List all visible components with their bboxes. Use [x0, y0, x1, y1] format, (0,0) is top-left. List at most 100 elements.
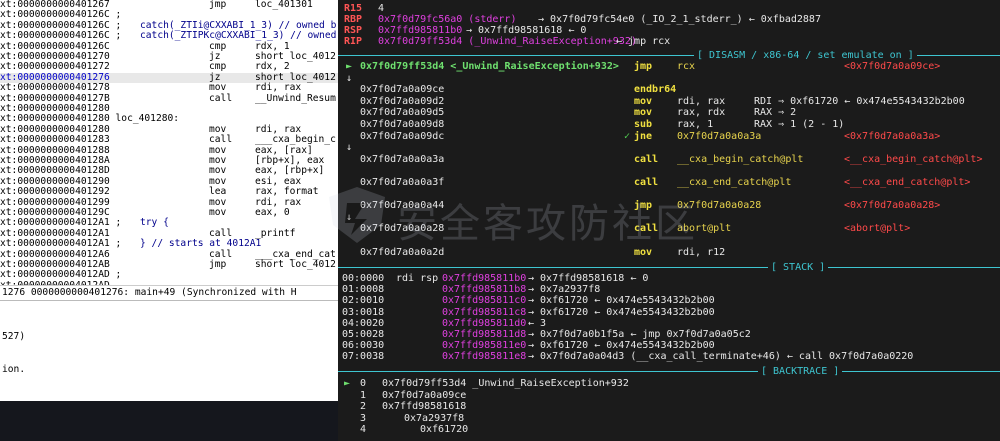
ida-operands: _printf — [255, 227, 296, 239]
stack-address: 0x7ffd985811d8 — [442, 329, 527, 340]
section-header: [ DISASM / x86-64 / set emulate on ] — [338, 50, 1000, 61]
ida-operands: rdx, 2 — [255, 61, 290, 73]
ida-address: xt:00000000004012A1 — [0, 227, 110, 239]
stack-deref: → 0x7f0d7a0a04d3 (__cxa_call_terminate+4… — [528, 351, 914, 363]
ida-operands: ___cxa_begin_c — [255, 134, 336, 146]
ida-comment: } // starts at 4012A1 — [140, 238, 262, 250]
watermark: 安全客攻防社区 — [325, 185, 705, 247]
ida-status-text: 1276 0000000000401276: main+49 (Synchron… — [2, 287, 297, 298]
disasm-operands: rax, rdx — [677, 107, 726, 119]
disasm-annotation: <__cxa_begin_catch@plt> — [844, 153, 983, 165]
stack-deref: ← 3 — [528, 317, 547, 329]
register-value: 4 — [378, 3, 385, 14]
register-value: 0x7ffd985811b0 — [378, 25, 463, 36]
watermark-text: 安全客攻防社区 — [397, 201, 698, 247]
register-value: 0x7f0d79ff53d4 (_Unwind_RaiseException+9… — [378, 36, 637, 47]
ida-operands: catch(_ZTIPKc@CXXABI_1_3) // owned — [140, 30, 337, 42]
ida-address: xt:0000000000401280 — [0, 123, 110, 135]
backtrace-index: 0 — [360, 378, 367, 389]
ida-status-bar: 1276 0000000000401276: main+49 (Synchron… — [0, 285, 338, 300]
disasm-operands: rdi, rax — [677, 95, 726, 107]
stack-deref: → 0xf61720 ← 0x474e5543432b2b00 — [528, 306, 715, 318]
disasm-mnemonic: jmp — [634, 61, 653, 72]
ida-mnemonic: call — [209, 134, 233, 146]
stack-register: rdi rsp — [396, 273, 439, 284]
disasm-operands: 0x7f0d7a0a0a3a — [677, 130, 762, 142]
backtrace-value: 0x7f0d79ff53d4 _Unwind_RaiseException+93… — [382, 378, 629, 389]
ida-mnemonic: mov — [209, 82, 227, 94]
ida-mnemonic: call — [209, 92, 233, 104]
ida-address: xt:000000000040126C ; — [0, 19, 122, 31]
ida-mnemonic: mov — [209, 207, 227, 218]
ida-address: xt:0000000000401280 — [0, 103, 110, 114]
disasm-marker: ↓ — [346, 72, 353, 84]
disasm-mnemonic: sub — [634, 119, 653, 130]
ida-address: xt:0000000000401283 — [0, 134, 110, 146]
stack-deref: → 0x7a2937f8 — [528, 284, 601, 296]
register-deref: ← jmp rcx — [616, 36, 671, 47]
disasm-annotation: RAX ⇒ 2 — [754, 107, 797, 119]
ida-address: xt:0000000000401276 — [0, 71, 110, 83]
stack-address: 0x7ffd985811c0 — [442, 295, 527, 307]
disasm-annotation: <0x7f0d7a0a0a28> — [844, 200, 941, 212]
backtrace-index: 2 — [360, 401, 367, 412]
disasm-mnemonic: call — [634, 153, 659, 165]
desktop-background — [0, 401, 338, 441]
ida-output-window[interactable]: 527) ion. — [0, 300, 338, 402]
register-deref: → 0x7ffd98581618 ← 0 — [466, 25, 587, 36]
ida-mnemonic: cmp — [209, 61, 227, 73]
ida-address: xt:0000000000401290 — [0, 175, 110, 187]
disasm-annotation: <0x7f0d7a0a09ce> — [844, 61, 941, 72]
ida-address: xt:00000000004012A1 ; — [0, 238, 122, 250]
disasm-operands: rcx — [677, 61, 696, 72]
disasm-operands: __cxa_begin_catch@plt — [677, 153, 804, 165]
backtrace-marker: ► — [344, 378, 351, 389]
register-deref: → 0x7f0d79fc54e0 (_IO_2_1_stderr_) ← 0xf… — [538, 14, 821, 25]
stack-address: 0x7ffd985811b0 — [442, 273, 527, 284]
disasm-mnemonic: mov — [634, 95, 653, 107]
disasm-marker: ✓ — [624, 130, 631, 142]
backtrace-value: 0x7f0d7a0a09ce — [382, 389, 467, 401]
ida-address: xt:00000000004012A1 ; — [0, 217, 122, 229]
disasm-operands: rax, 1 — [677, 119, 714, 130]
shield-logo-icon — [329, 187, 385, 243]
backtrace-value: 0x7a2937f8 — [404, 412, 465, 424]
ida-operands: eax, 0 — [255, 207, 290, 218]
ida-address: xt:000000000040128D — [0, 165, 110, 177]
ida-address: xt:0000000000401270 — [0, 51, 110, 62]
backtrace-index: 4 — [360, 424, 367, 435]
backtrace-index: 1 — [360, 389, 367, 401]
ida-address: xt:00000000004012AD ; — [0, 269, 122, 281]
stack-deref: → 0xf61720 ← 0x474e5543432b2b00 — [528, 295, 715, 307]
stack-deref: → 0xf61720 ← 0x474e5543432b2b00 — [528, 340, 715, 352]
section-title: [ DISASM / x86-64 / set emulate on ] — [694, 50, 917, 61]
register-name: RIP — [344, 36, 363, 47]
register-name: RSP — [344, 25, 363, 36]
ida-address: xt:0000000000401278 — [0, 82, 110, 94]
backtrace-value: 0xf61720 — [420, 424, 469, 435]
disasm-mnemonic: jne — [634, 130, 653, 142]
section-rule — [338, 371, 1000, 372]
disasm-marker: ► — [346, 61, 353, 72]
ida-address: xt:0000000000401299 — [0, 196, 110, 208]
stack-offset: 07:0038 — [342, 351, 385, 363]
stack-offset: 06:0030 — [342, 340, 385, 352]
section-rule — [338, 267, 1000, 268]
ida-address: xt:0000000000401288 — [0, 144, 110, 156]
register-name: RBP — [344, 14, 363, 25]
disasm-mnemonic: endbr64 — [634, 84, 677, 96]
ida-operands: eax, [rbp+x] — [255, 165, 325, 177]
backtrace-value: 0x7ffd98581618 — [382, 401, 467, 412]
ida-address: xt:000000000040126C — [0, 40, 110, 52]
ida-address: xt:00000000004012AB — [0, 259, 110, 270]
ida-address: xt:00000000004012A6 — [0, 248, 110, 260]
ida-disassembly-view[interactable]: xt:0000000000401267 jmp loc_401301 xt:00000… — [0, 0, 338, 300]
ida-comment: try { — [140, 217, 169, 229]
ida-address: xt:0000000000401280 loc_401280: — [0, 113, 180, 125]
register-value: 0x7f0d79fc56a0 (stderr) — [378, 14, 517, 25]
stack-address: 0x7ffd985811c8 — [442, 306, 527, 318]
ida-address: xt:0000000000401272 — [0, 61, 110, 73]
disasm-annotation: <abort@plt> — [844, 223, 911, 235]
disasm-address: 0x7f0d7a0a09d8 — [360, 119, 445, 130]
ida-address: xt:000000000040127B — [0, 92, 110, 104]
